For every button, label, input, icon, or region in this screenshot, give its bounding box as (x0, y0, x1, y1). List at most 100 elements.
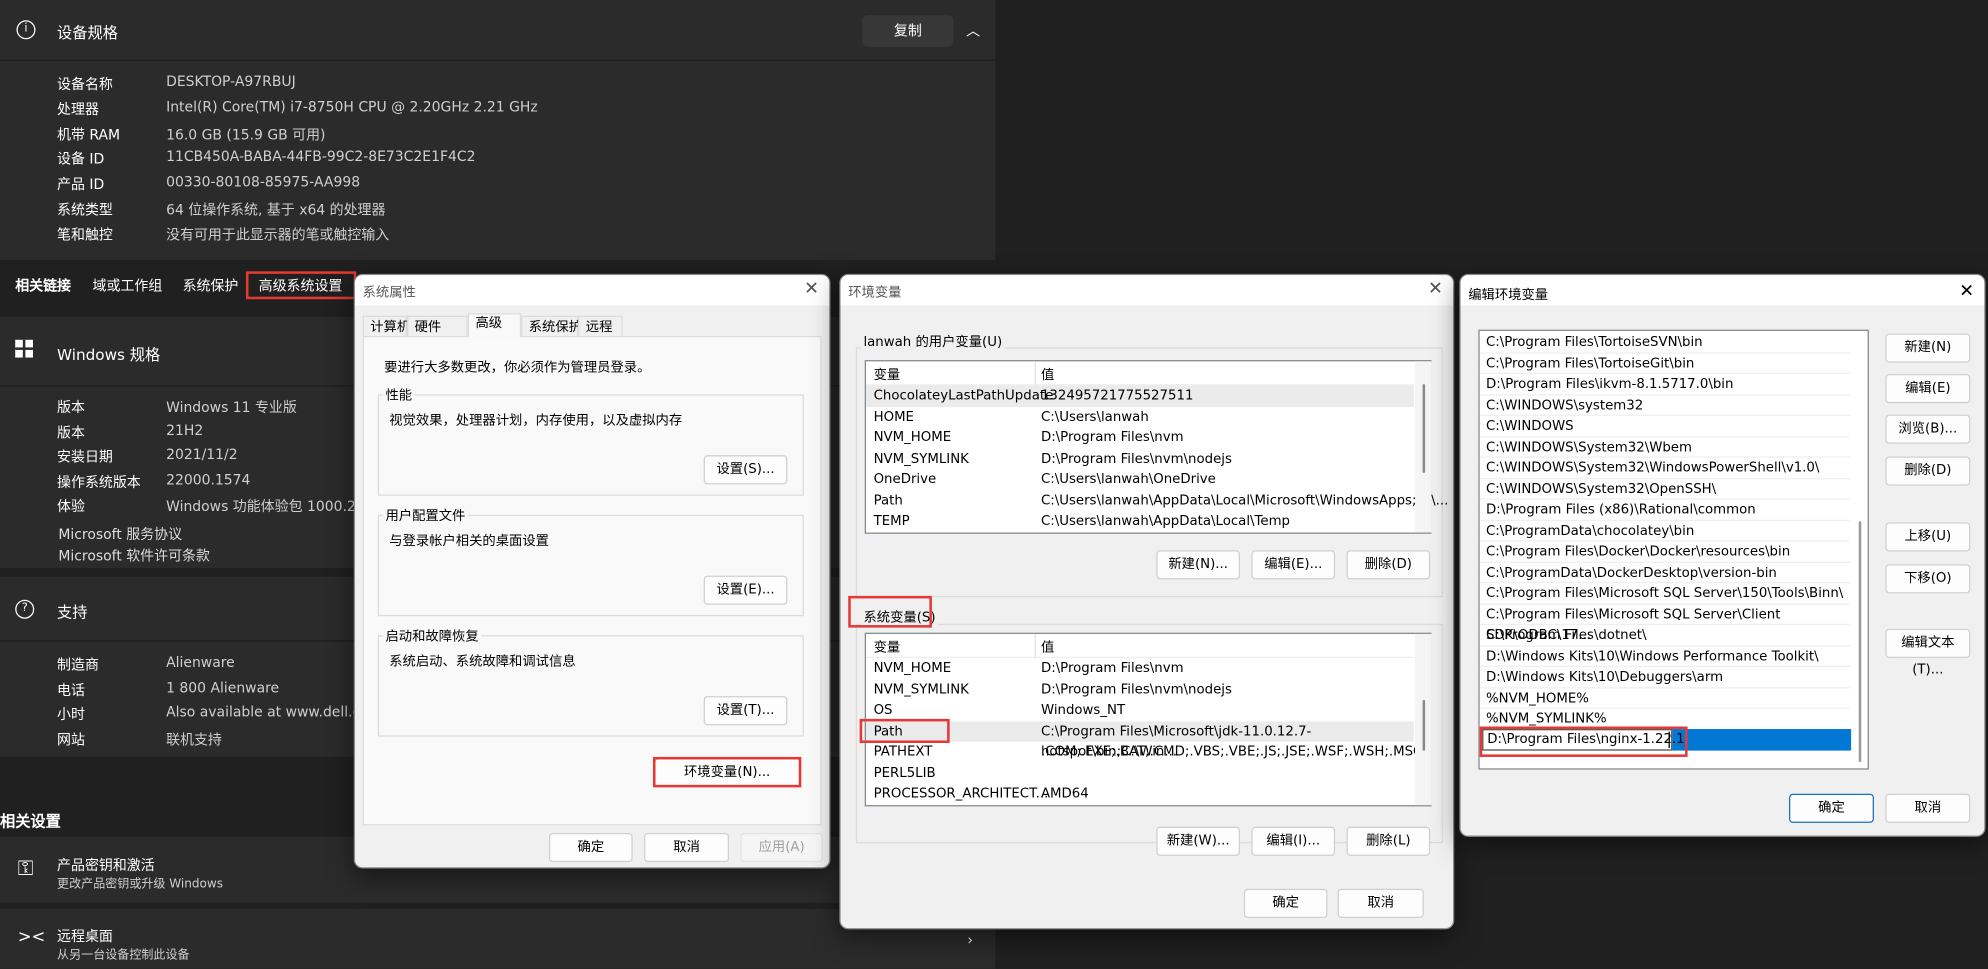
user-edit-button[interactable]: 编辑(E)... (1251, 550, 1336, 580)
tab-2[interactable]: 高级 (467, 313, 522, 338)
ok-button[interactable]: 确定 (549, 833, 633, 863)
path-entries-list[interactable]: C:\Program Files\TortoiseSVN\bin C:\Progr… (1478, 329, 1869, 770)
settings-button[interactable]: 设置(T)... (703, 696, 788, 726)
tab-3[interactable]: 系统保护 (521, 315, 582, 336)
variable-value: D:\Program Files\nvm\nodejs (1040, 681, 1232, 697)
spec-value: 没有可用于此显示器的笔或触控输入 (166, 226, 390, 244)
variable-row[interactable]: NVM_HOME D:\Program Files\nvm (866, 658, 1414, 679)
variable-row[interactable]: PROCESSOR_ARCHITECT... AMD64 (866, 784, 1414, 805)
path-entry[interactable]: C:\Program Files\Docker\Docker\resources… (1479, 541, 1850, 563)
path-entry[interactable]: C:\ProgramData\DockerDesktop\version-bin (1479, 562, 1850, 584)
edit-env-button-0[interactable]: 新建(N) (1885, 333, 1971, 363)
spec-value[interactable]: 联机支持 (166, 729, 222, 749)
path-entry[interactable]: C:\Program Files\Microsoft SQL Server\15… (1479, 583, 1850, 605)
tab-0[interactable]: 计算机名 (362, 315, 423, 336)
system-edit-button[interactable]: 编辑(I)... (1251, 826, 1336, 856)
close-icon[interactable]: ✕ (804, 279, 819, 299)
chevron-up-icon[interactable]: ︿ (966, 20, 980, 40)
settings-button[interactable]: 设置(E)... (703, 575, 788, 605)
variable-row[interactable]: PATHEXT .COM;.EXE;.BAT;.CMD;.VBS;.VBE;.JS… (866, 742, 1423, 763)
path-entry[interactable]: C:\Program Files\TortoiseSVN\bin (1479, 332, 1850, 354)
variable-row[interactable]: NVM_SYMLINK D:\Program Files\nvm\nodejs (866, 679, 1414, 700)
spec-value: Intel(R) Core(TM) i7-8750H CPU @ 2.20GHz… (166, 98, 538, 116)
edit-env-button-4[interactable]: 上移(U) (1885, 522, 1971, 552)
path-entry[interactable]: D:\Program Files\ikvm-8.1.5717.0\bin (1479, 374, 1850, 395)
variable-name: TEMP (873, 513, 910, 529)
edit-env-button-2[interactable]: 浏览(B)... (1885, 414, 1971, 444)
path-entry[interactable]: C:\WINDOWS\System32\WindowsPowerShell\v1… (1479, 458, 1850, 479)
cancel-button[interactable]: 取消 (644, 833, 730, 863)
variable-row[interactable]: PERL5LIB (866, 763, 1414, 784)
variable-row[interactable]: NVM_HOME D:\Program Files\nvm (866, 427, 1414, 448)
edit-environment-variable-dialog: 编辑环境变量 ✕ C:\Program Files\TortoiseSVN\bi… (1459, 273, 1986, 837)
environment-variables-dialog: 环境变量 ✕ lanwah 的用户变量(U) 变量值 ChocolateyLast… (839, 273, 1455, 930)
dialog-title: 环境变量 (848, 285, 902, 301)
scrollbar-thumb[interactable] (1858, 521, 1862, 763)
variable-row[interactable]: Path C:\Users\lanwah\AppData\Local\Micros… (866, 490, 1449, 511)
group-description: 系统启动、系统故障和调试信息 (389, 654, 576, 670)
highlight-box (652, 756, 802, 788)
spec-value: Windows 11 专业版 (166, 399, 297, 416)
path-entry[interactable]: C:\WINDOWS\System32\Wbem (1479, 437, 1850, 458)
edit-env-button-1[interactable]: 编辑(E) (1885, 374, 1971, 404)
close-icon[interactable]: ✕ (1959, 281, 1974, 301)
scrollbar-thumb[interactable] (1422, 384, 1426, 473)
copy-button[interactable]: 复制 (862, 15, 954, 47)
ok-button[interactable]: 确定 (1243, 888, 1328, 918)
settings-button[interactable]: 设置(S)... (703, 455, 788, 485)
user-variables-label: lanwah 的用户变量(U) (860, 332, 1005, 352)
apply-button[interactable]: 应用(A) (740, 833, 823, 863)
variable-row[interactable]: HOME C:\Users\lanwah (866, 406, 1414, 427)
cancel-button[interactable]: 取消 (1337, 888, 1424, 918)
path-entry[interactable]: D:\Windows Kits\10\Debuggers\arm (1479, 667, 1850, 688)
variable-row[interactable]: NVM_SYMLINK D:\Program Files\nvm\nodejs (866, 448, 1414, 469)
path-entry[interactable]: C:\Program Files\Microsoft SQL Server\Cl… (1479, 604, 1850, 643)
variable-name: PATHEXT (873, 744, 933, 760)
path-entry[interactable]: D:\Program Files (x86)\Rational\common (1479, 500, 1850, 521)
system-variables-list[interactable]: 变量 值 NVM_HOME D:\Program Files\nvm NVM_SYMLI… (859, 632, 1432, 807)
edit-env-button-3[interactable]: 删除(D) (1885, 456, 1971, 486)
variable-value: D:\Program Files\nvm\nodejs (1040, 450, 1232, 466)
column-header-value[interactable]: 值 (1041, 638, 1054, 657)
path-entry[interactable]: C:\Program Files\TortoiseGit\bin (1479, 353, 1850, 375)
path-entry[interactable]: C:\WINDOWS (1479, 416, 1850, 437)
link-system-protection[interactable]: 系统保护 (183, 275, 239, 295)
spec-value: Windows 功能体验包 1000.220 (166, 498, 374, 516)
system-new-button[interactable]: 新建(W)... (1156, 826, 1241, 856)
highlight-box (859, 718, 950, 743)
tab-4[interactable]: 远程 (578, 315, 623, 336)
edit-env-button-6[interactable]: 编辑文本(T)... (1885, 628, 1971, 677)
user-delete-button[interactable]: 删除(D) (1346, 550, 1431, 580)
spec-label: 操作系统版本 (57, 473, 141, 491)
info-icon: i (16, 20, 36, 40)
column-header-value[interactable]: 值 (1041, 365, 1054, 384)
edit-env-button-5[interactable]: 下移(O) (1885, 564, 1971, 594)
scrollbar-thumb[interactable] (1422, 699, 1426, 751)
variable-value: D:\Program Files\nvm (1040, 660, 1184, 676)
tab-1[interactable]: 硬件 (406, 315, 468, 336)
column-header-variable[interactable]: 变量 (874, 638, 901, 657)
variable-row[interactable]: TEMP C:\Users\lanwah\AppData\Local\Temp (866, 511, 1414, 532)
path-entry[interactable]: C:\WINDOWS\System32\OpenSSH\ (1479, 479, 1850, 500)
path-entry[interactable]: C:\ProgramData\chocolatey\bin (1479, 520, 1850, 542)
path-entry[interactable]: C:\WINDOWS\system32 (1479, 395, 1850, 416)
variable-row[interactable]: ChocolateyLastPathUpdate 1324957217755275… (865, 385, 1414, 407)
ok-button[interactable]: 确定 (1789, 793, 1874, 823)
path-entry[interactable]: C:\Program Files\dotnet\ (1479, 625, 1850, 646)
close-icon[interactable]: ✕ (1428, 279, 1443, 299)
windows-logo-icon (15, 339, 33, 358)
link-ms-license-terms[interactable]: Microsoft 软件许可条款 (58, 545, 210, 565)
variable-value: 132495721775527511 (1040, 387, 1194, 404)
path-entry[interactable]: %NVM_HOME% (1479, 688, 1850, 709)
link-domain-workgroup[interactable]: 域或工作组 (93, 275, 163, 295)
spec-label: 处理器 (57, 101, 99, 118)
column-header-variable[interactable]: 变量 (874, 365, 901, 384)
system-delete-button[interactable]: 删除(L) (1346, 826, 1431, 856)
link-ms-service-agreement[interactable]: Microsoft 服务协议 (58, 524, 182, 544)
path-entry[interactable]: D:\Windows Kits\10\Windows Performance T… (1479, 646, 1850, 667)
user-variables-list[interactable]: 变量 值 ChocolateyLastPathUpdate 1324957217755… (864, 360, 1449, 534)
variable-row[interactable]: OneDrive C:\Users\lanwah\OneDrive (866, 469, 1414, 490)
cancel-button[interactable]: 取消 (1885, 793, 1971, 823)
variable-name: NVM_SYMLINK (873, 681, 969, 697)
user-new-button[interactable]: 新建(N)... (1156, 550, 1241, 580)
